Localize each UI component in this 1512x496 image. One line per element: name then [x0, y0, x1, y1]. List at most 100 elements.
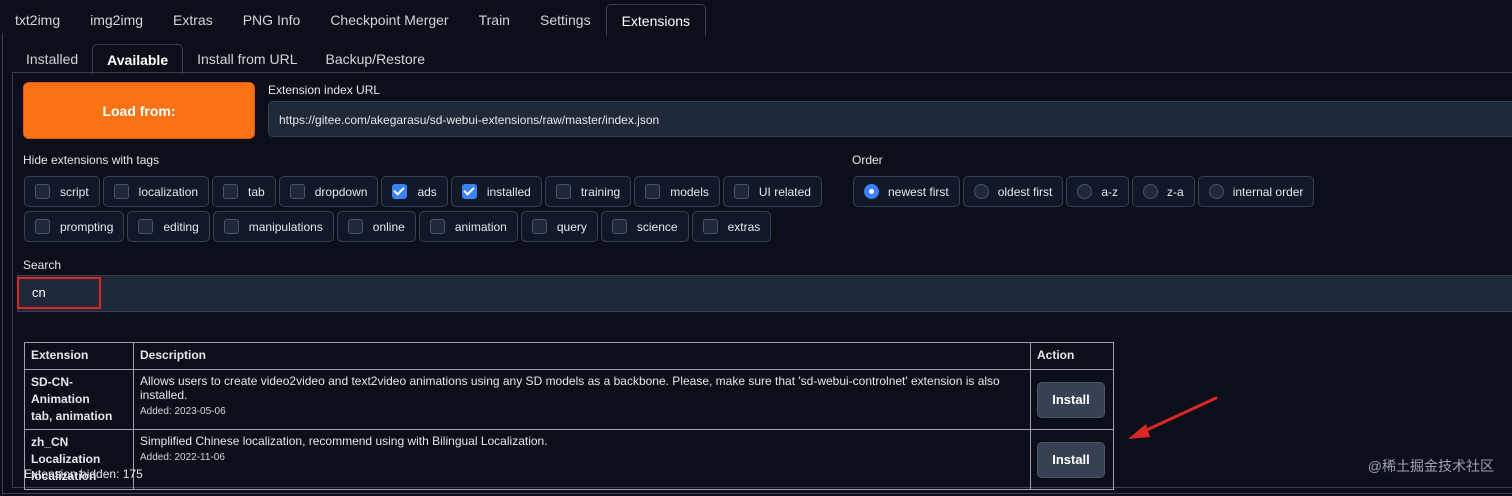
main-tab-bar: txt2img img2img Extras PNG Info Checkpoi… [0, 4, 707, 36]
tab-train[interactable]: Train [464, 4, 525, 34]
search-input-value: cn [32, 285, 46, 300]
checkbox-icon[interactable] [289, 184, 305, 199]
tab-settings[interactable]: Settings [525, 4, 606, 34]
tag-label: tab [248, 184, 265, 199]
checkbox-checked-icon[interactable] [392, 184, 408, 199]
checkbox-icon[interactable] [113, 184, 129, 199]
order-option-label: z-a [1167, 184, 1184, 199]
tag-checkbox-localization[interactable]: localization [102, 176, 210, 207]
checkbox-icon[interactable] [223, 184, 239, 199]
extension-tags: tab, animation [31, 409, 113, 423]
extension-name-link[interactable]: SD-CN-Animation [31, 374, 127, 408]
tag-checkbox-science[interactable]: science [600, 211, 689, 242]
order-option-label: oldest first [997, 184, 1053, 199]
tag-label: extras [727, 219, 761, 234]
tag-checkbox-query[interactable]: query [520, 211, 598, 242]
extension-description: Simplified Chinese localization, recomme… [140, 434, 548, 448]
hide-tags-label: Hide extensions with tags [23, 153, 160, 167]
radio-icon[interactable] [1143, 184, 1159, 199]
tag-checkbox-script[interactable]: script [24, 176, 100, 207]
extensions-table: Extension Description Action SD-CN-Anima… [24, 342, 1114, 490]
description-cell: Simplified Chinese localization, recomme… [133, 429, 1031, 490]
radio-icon[interactable] [973, 184, 989, 199]
order-option-oldest-first[interactable]: oldest first [962, 176, 1064, 207]
added-date: Added: 2022-11-06 [140, 452, 225, 463]
checkbox-icon[interactable] [611, 219, 627, 234]
checkbox-icon[interactable] [35, 219, 50, 234]
order-radio-group: newest first oldest first a-z z-a internal o… [853, 176, 1315, 207]
order-option-label: a-z [1101, 184, 1119, 199]
tag-checkbox-editing[interactable]: editing [127, 211, 210, 242]
tab-install-from-url[interactable]: Install from URL [183, 44, 311, 72]
tab-png-info[interactable]: PNG Info [228, 4, 316, 34]
tag-checkbox-models[interactable]: models [634, 176, 720, 207]
checkbox-icon[interactable] [702, 219, 718, 234]
checkbox-icon[interactable] [347, 219, 363, 234]
order-option-z-a[interactable]: z-a [1132, 176, 1195, 207]
checkbox-checked-icon[interactable] [461, 184, 477, 199]
action-cell: Install [1030, 369, 1114, 430]
extension-name-link[interactable]: zh_CN Localization [31, 434, 127, 468]
tag-label: online [372, 219, 405, 234]
tag-label: UI related [758, 184, 811, 199]
index-url-input[interactable]: https://gitee.com/akegarasu/sd-webui-ext… [268, 101, 1512, 137]
header-extension: Extension [24, 342, 134, 370]
tag-label: animation [454, 219, 507, 234]
tab-txt2img[interactable]: txt2img [0, 4, 75, 34]
checkbox-icon[interactable] [138, 219, 154, 234]
checkbox-icon[interactable] [733, 184, 749, 199]
tag-checkbox-ui-related[interactable]: UI related [722, 176, 822, 207]
tab-checkpoint-merger[interactable]: Checkpoint Merger [315, 4, 463, 34]
install-button[interactable]: Install [1037, 381, 1105, 418]
install-button[interactable]: Install [1037, 441, 1105, 478]
radio-icon[interactable] [1077, 184, 1093, 199]
tag-label: prompting [60, 219, 114, 234]
load-from-button[interactable]: Load from: [23, 82, 255, 139]
radio-selected-icon[interactable] [864, 184, 879, 199]
tab-available[interactable]: Available [92, 44, 184, 74]
tab-extensions[interactable]: Extensions [605, 4, 707, 36]
order-option-label: internal order [1232, 184, 1304, 199]
watermark-text: @稀土掘金技术社区 [1367, 458, 1494, 474]
checkbox-icon[interactable] [645, 184, 661, 199]
checkbox-icon[interactable] [531, 219, 547, 234]
tag-checkbox-tab[interactable]: tab [212, 176, 276, 207]
tag-label: science [636, 219, 678, 234]
table-row: zh_CN Localization localization Simplifi… [24, 429, 1114, 490]
extensions-sub-tab-bar: Installed Available Install from URL Bac… [12, 44, 439, 74]
extension-description: Allows users to create video2video and t… [140, 374, 1000, 402]
radio-icon[interactable] [1208, 184, 1224, 199]
header-action: Action [1030, 342, 1114, 370]
order-option-label: newest first [888, 184, 949, 199]
tab-extras[interactable]: Extras [158, 4, 228, 34]
order-label: Order [852, 153, 883, 167]
search-input[interactable] [17, 275, 1512, 312]
table-row: SD-CN-Animation tab, animation Allows us… [24, 369, 1114, 430]
tags-row-2: prompting editing manipulations online anima… [24, 211, 772, 242]
tag-checkbox-dropdown[interactable]: dropdown [278, 176, 379, 207]
tag-label: models [670, 184, 709, 199]
order-option-a-z[interactable]: a-z [1066, 176, 1130, 207]
index-url-label: Extension index URL [268, 83, 381, 97]
checkbox-icon[interactable] [555, 184, 571, 199]
checkbox-icon[interactable] [429, 219, 445, 234]
checkbox-icon[interactable] [35, 184, 50, 199]
tag-checkbox-extras[interactable]: extras [691, 211, 772, 242]
tag-label: dropdown [314, 184, 368, 199]
tag-checkbox-manipulations[interactable]: manipulations [212, 211, 334, 242]
tab-img2img[interactable]: img2img [75, 4, 158, 34]
tag-checkbox-online[interactable]: online [336, 211, 416, 242]
checkbox-icon[interactable] [223, 219, 239, 234]
action-cell: Install [1030, 429, 1114, 490]
tag-checkbox-ads[interactable]: ads [381, 176, 448, 207]
tag-checkbox-installed[interactable]: installed [450, 176, 542, 207]
order-option-newest-first[interactable]: newest first [853, 176, 960, 207]
tag-label: script [60, 184, 89, 199]
order-option-internal-order[interactable]: internal order [1197, 176, 1315, 207]
tag-checkbox-training[interactable]: training [544, 176, 632, 207]
tab-backup-restore[interactable]: Backup/Restore [311, 44, 439, 72]
tag-checkbox-prompting[interactable]: prompting [24, 211, 125, 242]
tab-installed[interactable]: Installed [12, 44, 92, 72]
tag-label: manipulations [248, 219, 323, 234]
tag-checkbox-animation[interactable]: animation [418, 211, 518, 242]
